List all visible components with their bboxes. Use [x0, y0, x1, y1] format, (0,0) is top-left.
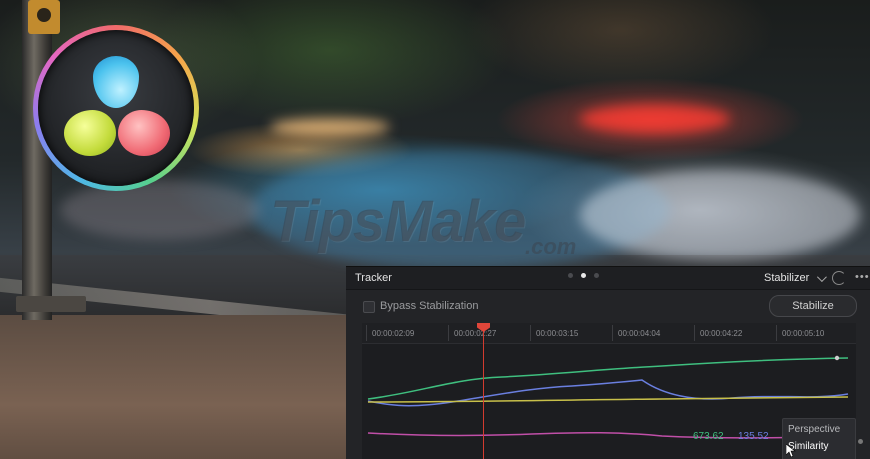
- tick-mark: [694, 325, 695, 341]
- timecode-label: 00:00:04:04: [618, 329, 661, 338]
- tick-mark: [366, 325, 367, 341]
- chevron-down-icon: [817, 271, 828, 282]
- pole-base: [16, 296, 86, 312]
- timecode-label: 00:00:04:22: [700, 329, 743, 338]
- stabilize-button[interactable]: Stabilize: [769, 295, 857, 317]
- tail-light: [580, 105, 730, 133]
- timecode-label: 00:00:03:15: [536, 329, 579, 338]
- davinci-resolve-logo: [33, 25, 199, 191]
- curve-green: [367, 357, 849, 400]
- timecode-label: 00:00:02:27: [454, 329, 497, 338]
- keyframe-dot: [834, 355, 840, 361]
- mode-dropdown[interactable]: Stabilizer: [764, 271, 828, 284]
- watermark-suffix: .com: [525, 234, 577, 259]
- timeline-ruler[interactable]: 00:00:02:09 00:00:02:27 00:00:03:15 00:0…: [362, 323, 856, 344]
- timecode-label: 00:00:02:09: [372, 329, 415, 338]
- screenshot-frame: TipsMake .com Tracker Stabilizer ••• Byp…: [0, 0, 870, 459]
- logo-petal-red: [118, 110, 170, 156]
- menu-item-perspective[interactable]: Perspective: [788, 424, 840, 435]
- reset-icon[interactable]: [832, 271, 846, 285]
- tick-mark: [448, 325, 449, 341]
- logo-petal-yellow: [64, 110, 116, 156]
- more-options-icon[interactable]: •••: [855, 271, 870, 283]
- timecode-label: 00:00:05:10: [782, 329, 825, 338]
- pager-dot[interactable]: [568, 273, 573, 278]
- mode-label: Stabilizer: [764, 272, 810, 284]
- logo-petal-blue: [93, 56, 139, 108]
- mouse-cursor-icon: [786, 444, 796, 458]
- watermark-brand: TipsMake: [270, 189, 526, 254]
- curve-yellow: [367, 396, 849, 403]
- pager-dot-active[interactable]: [581, 273, 586, 278]
- value-green: 673.62: [693, 431, 724, 442]
- headlight-streak: [270, 118, 390, 136]
- scroll-handle[interactable]: [858, 439, 863, 444]
- tracker-panel: Tracker Stabilizer ••• Bypass Stabilizat…: [346, 266, 870, 459]
- traffic-signal-box: [28, 0, 60, 34]
- curve-magenta: [367, 431, 849, 439]
- tick-mark: [776, 325, 777, 341]
- tick-mark: [612, 325, 613, 341]
- tracker-header: Tracker Stabilizer •••: [346, 267, 870, 290]
- value-purple: 135.52: [738, 431, 769, 442]
- pager-dot[interactable]: [594, 273, 599, 278]
- tracker-title: Tracker: [355, 272, 392, 284]
- tick-mark: [530, 325, 531, 341]
- car-blur-white: [580, 170, 860, 260]
- street-pole: [22, 0, 52, 320]
- panel-pager[interactable]: [568, 273, 599, 278]
- car-blur-dark: [60, 180, 260, 240]
- playhead-line[interactable]: [483, 323, 484, 459]
- sidewalk: [0, 315, 360, 459]
- bypass-checkbox[interactable]: [363, 301, 375, 313]
- bypass-label: Bypass Stabilization: [380, 300, 479, 312]
